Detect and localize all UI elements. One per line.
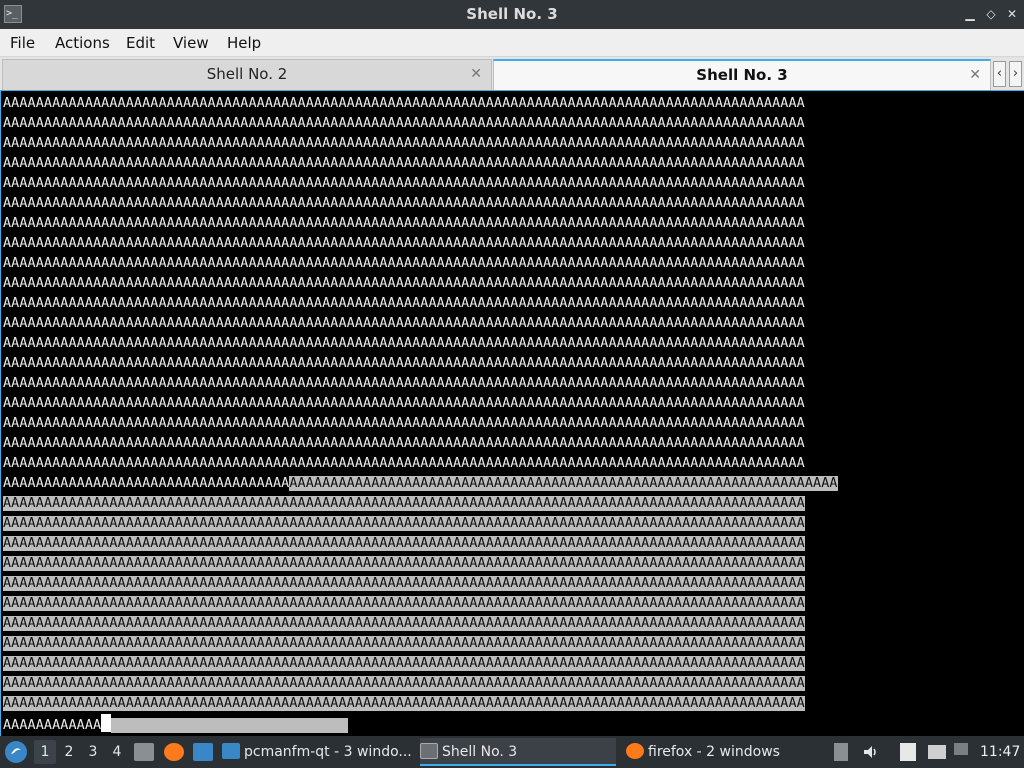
terminal-line-selected[interactable]: AAAAAAAAAAAAAAAAAAAAAAAAAAAAAAAAAAAAAAAA… <box>3 534 995 554</box>
menu-actions[interactable]: Actions <box>55 29 110 57</box>
title-bar[interactable]: >_ Shell No. 3 ▁ ◇ ✕ <box>0 0 1024 29</box>
task-label: firefox - 2 windows <box>648 744 780 760</box>
terminal-line-selected[interactable]: AAAAAAAAAAAAAAAAAAAAAAAAAAAAAAAAAAAAAAAA… <box>3 634 995 654</box>
folder-icon <box>222 743 240 759</box>
minimize-button[interactable]: ▁ <box>962 6 978 22</box>
desktop-1-button[interactable]: 1 <box>34 740 56 764</box>
task-label: pcmanfm-qt - 3 windo... <box>244 744 412 760</box>
desktop-3-button[interactable]: 3 <box>82 740 104 764</box>
close-icon[interactable]: ✕ <box>969 61 981 90</box>
terminal-line[interactable]: AAAAAAAAAAAAAAAAAAAAAAAAAAAAAAAAAAAAAAAA… <box>3 294 995 314</box>
terminal-line[interactable]: AAAAAAAAAAAAAAAAAAAAAAAAAAAAAAAAAAAAAAAA… <box>3 234 995 254</box>
selected-text: AAAAAAAAAAAAAAAAAAAAAAAAAAAAAAAAAAAAAAAA… <box>3 696 805 711</box>
terminal-line[interactable]: AAAAAAAAAAAAAAAAAAAAAAAAAAAAAAAAAAAAAAAA… <box>3 414 995 434</box>
terminal-line[interactable]: AAAAAAAAAAAAAAAAAAAAAAAAAAAAAAAAAAAAAAAA… <box>3 394 995 414</box>
maximize-button[interactable]: ◇ <box>983 6 999 22</box>
selected-text: AAAAAAAAAAAAAAAAAAAAAAAAAAAAAAAAAAAAAAAA… <box>3 496 805 511</box>
tab-label: Shell No. 2 <box>206 65 288 83</box>
terminal-view[interactable]: AAAAAAAAAAAAAAAAAAAAAAAAAAAAAAAAAAAAAAAA… <box>0 90 1024 736</box>
terminal-line-selected[interactable]: AAAAAAAAAAAAAAAAAAAAAAAAAAAAAAAAAAAAAAAA… <box>3 694 995 714</box>
selected-text: AAAAAAAAAAAAAAAAAAAAAAAAAAAAAAAAAAAAAAAA… <box>3 576 805 591</box>
terminal-line[interactable]: AAAAAAAAAAAAAAAAAAAAAAAAAAAAAAAAAAAAAAAA… <box>3 314 995 334</box>
task-shell-3[interactable]: Shell No. 3 <box>420 738 616 766</box>
terminal-line[interactable]: AAAAAAAAAAAAAAAAAAAAAAAAAAAAAAAAAAAAAAAA… <box>3 434 995 454</box>
selected-text: AAAAAAAAAAAAAAAAAAAAAAAAAAAAAAAAAAAAAAAA… <box>289 476 838 491</box>
firefox-icon <box>626 743 644 759</box>
show-desktop-icon[interactable] <box>193 743 213 761</box>
selected-text: AAAAAAAAAAAAAAAAAAAAAAAAAAAAAAAAAAAAAAAA… <box>3 516 805 531</box>
menu-help[interactable]: Help <box>227 29 261 57</box>
terminal-line-selected[interactable]: AAAAAAAAAAAAAAAAAAAAAAAAAAAAAAAAAAAAAAAA… <box>3 574 995 594</box>
terminal-line-selected[interactable]: AAAAAAAAAAAAAAAAAAAAAAAAAAAAAAAAAAAAAAAA… <box>3 674 995 694</box>
selected-text <box>111 718 349 733</box>
tab-scroll-left-button[interactable]: ‹ <box>993 61 1006 87</box>
terminal-line-selected[interactable]: AAAAAAAAAAAAAAAAAAAAAAAAAAAAAAAAAAAAAAAA… <box>3 494 995 514</box>
tab-shell-2[interactable]: Shell No. 2 ✕ <box>2 59 492 90</box>
terminal-output[interactable]: AAAAAAAAAAAAAAAAAAAAAAAAAAAAAAAAAAAAAAAA… <box>3 94 995 734</box>
terminal-cursor <box>101 714 112 732</box>
terminal-line-partial-selection[interactable]: AAAAAAAAAAAAAAAAAAAAAAAAAAAAAAAAAAAAAAAA… <box>3 474 995 494</box>
taskbar: 1 2 3 4 pcmanfm-qt - 3 windo... Shell No… <box>0 736 1024 768</box>
terminal-line-selected[interactable]: AAAAAAAAAAAAAAAAAAAAAAAAAAAAAAAAAAAAAAAA… <box>3 514 995 534</box>
task-label: Shell No. 3 <box>442 744 518 760</box>
tab-label: Shell No. 3 <box>696 66 788 84</box>
close-button[interactable]: ✕ <box>1004 6 1020 22</box>
tab-bar: Shell No. 2 ✕ Shell No. 3 ✕ ‹ › <box>0 57 1024 90</box>
selected-text: AAAAAAAAAAAAAAAAAAAAAAAAAAAAAAAAAAAAAAAA… <box>3 656 805 671</box>
tab-scroll-right-button[interactable]: › <box>1009 61 1022 87</box>
terminal-line[interactable]: AAAAAAAAAAAAAAAAAAAAAAAAAAAAAAAAAAAAAAAA… <box>3 274 995 294</box>
desktop-2-button[interactable]: 2 <box>58 740 80 764</box>
terminal-line[interactable]: AAAAAAAAAAAAAAAAAAAAAAAAAAAAAAAAAAAAAAAA… <box>3 94 995 114</box>
terminal-line[interactable]: AAAAAAAAAAAAAAAAAAAAAAAAAAAAAAAAAAAAAAAA… <box>3 254 995 274</box>
menu-view[interactable]: View <box>173 29 209 57</box>
terminal-scrollbar[interactable] <box>995 92 1023 736</box>
clock[interactable]: 11:47 <box>980 736 1020 768</box>
task-firefox[interactable]: firefox - 2 windows <box>626 738 822 766</box>
terminal-line[interactable]: AAAAAAAAAAAAAAAAAAAAAAAAAAAAAAAAAAAAAAAA… <box>3 354 995 374</box>
terminal-line[interactable]: AAAAAAAAAAAAAAAAAAAAAAAAAAAAAAAAAAAAAAAA… <box>3 454 995 474</box>
terminal-text: AAAAAAAAAAAAAAAAAAAAAAAAAAAAAAAAAAA <box>3 476 290 491</box>
selected-text: AAAAAAAAAAAAAAAAAAAAAAAAAAAAAAAAAAAAAAAA… <box>3 536 805 551</box>
desktop-4-button[interactable]: 4 <box>106 740 128 764</box>
selected-text: AAAAAAAAAAAAAAAAAAAAAAAAAAAAAAAAAAAAAAAA… <box>3 616 805 631</box>
clipboard-icon[interactable] <box>900 743 916 761</box>
terminal-line[interactable]: AAAAAAAAAAAAAAAAAAAAAAAAAAAAAAAAAAAAAAAA… <box>3 134 995 154</box>
terminal-line-selected[interactable]: AAAAAAAAAAAAAAAAAAAAAAAAAAAAAAAAAAAAAAAA… <box>3 654 995 674</box>
terminal-line-selected[interactable]: AAAAAAAAAAAAAAAAAAAAAAAAAAAAAAAAAAAAAAAA… <box>3 594 995 614</box>
menu-file[interactable]: File <box>10 29 35 57</box>
terminal-line[interactable]: AAAAAAAAAAAAAAAAAAAAAAAAAAAAAAAAAAAAAAAA… <box>3 114 995 134</box>
selected-text: AAAAAAAAAAAAAAAAAAAAAAAAAAAAAAAAAAAAAAAA… <box>3 676 805 691</box>
terminal-line-selected[interactable]: AAAAAAAAAAAAAAAAAAAAAAAAAAAAAAAAAAAAAAAA… <box>3 614 995 634</box>
terminal-line[interactable]: AAAAAAAAAAAAAAAAAAAAAAAAAAAAAAAAAAAAAAAA… <box>3 214 995 234</box>
window-title: Shell No. 3 <box>466 5 558 23</box>
file-manager-icon[interactable] <box>134 743 154 761</box>
storage-icon[interactable] <box>834 743 848 761</box>
terminal-line[interactable]: AAAAAAAAAAAAAAAAAAAAAAAAAAAAAAAAAAAAAAAA… <box>3 374 995 394</box>
terminal-line[interactable]: AAAAAAAAAAAAAAAAAAAAAAAAAAAAAAAAAAAAAAAA… <box>3 334 995 354</box>
task-pcmanfm[interactable]: pcmanfm-qt - 3 windo... <box>222 738 418 766</box>
terminal-line-selected[interactable]: AAAAAAAAAAAAAAAAAAAAAAAAAAAAAAAAAAAAAAAA… <box>3 554 995 574</box>
network-icon[interactable] <box>928 745 946 759</box>
menu-edit[interactable]: Edit <box>126 29 155 57</box>
start-menu-icon[interactable] <box>5 741 27 763</box>
selected-text: AAAAAAAAAAAAAAAAAAAAAAAAAAAAAAAAAAAAAAAA… <box>3 556 805 571</box>
menu-bar: File Actions Edit View Help <box>0 29 1024 57</box>
notification-icon[interactable] <box>954 743 968 755</box>
close-icon[interactable]: ✕ <box>470 60 482 89</box>
terminal-text: AAAAAAAAAAAA <box>3 718 102 733</box>
selected-text: AAAAAAAAAAAAAAAAAAAAAAAAAAAAAAAAAAAAAAAA… <box>3 596 805 611</box>
terminal-line-current[interactable]: AAAAAAAAAAAA <box>3 714 995 734</box>
terminal-line[interactable]: AAAAAAAAAAAAAAAAAAAAAAAAAAAAAAAAAAAAAAAA… <box>3 194 995 214</box>
volume-icon[interactable] <box>862 743 880 761</box>
selected-text: AAAAAAAAAAAAAAAAAAAAAAAAAAAAAAAAAAAAAAAA… <box>3 636 805 651</box>
terminal-line[interactable]: AAAAAAAAAAAAAAAAAAAAAAAAAAAAAAAAAAAAAAAA… <box>3 174 995 194</box>
terminal-line[interactable]: AAAAAAAAAAAAAAAAAAAAAAAAAAAAAAAAAAAAAAAA… <box>3 154 995 174</box>
tab-shell-3[interactable]: Shell No. 3 ✕ <box>493 59 991 90</box>
terminal-icon <box>420 743 438 759</box>
firefox-icon[interactable] <box>164 743 184 761</box>
